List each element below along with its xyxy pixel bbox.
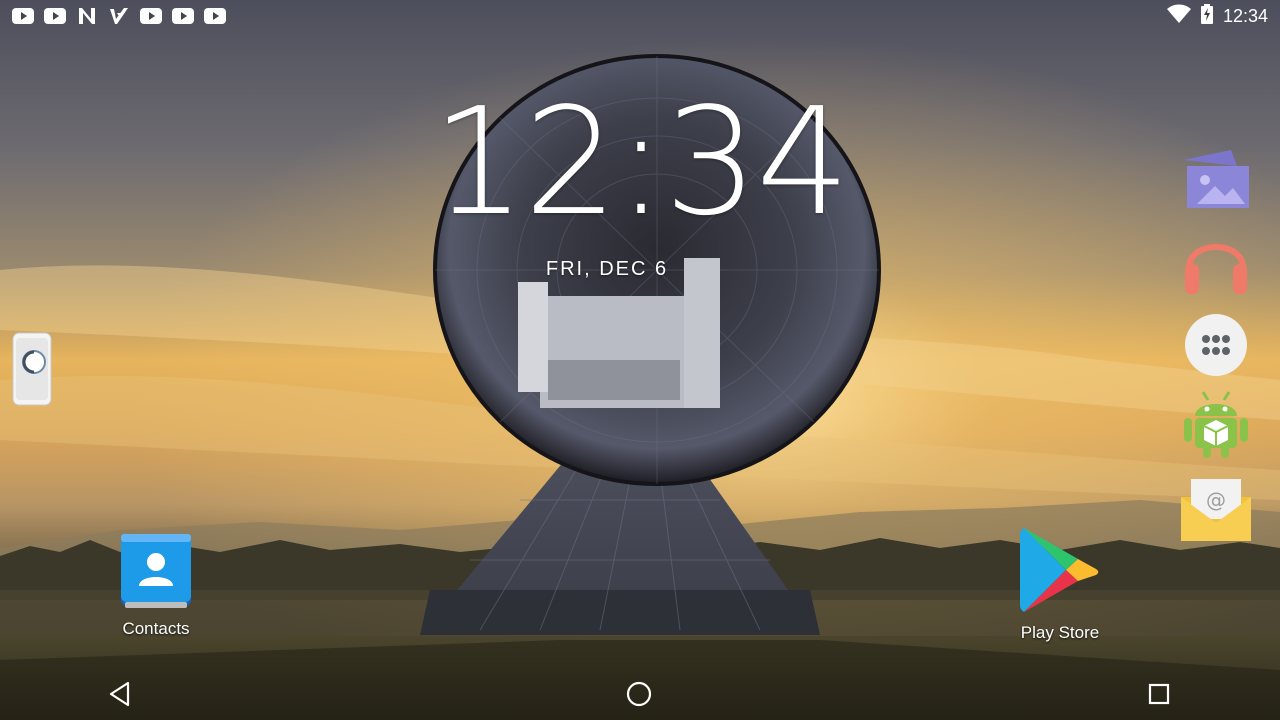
play-store-label: Play Store	[1020, 623, 1100, 642]
recents-icon	[1147, 682, 1171, 711]
email-app[interactable]: @	[1180, 474, 1252, 546]
contacts-app[interactable]: Contacts	[108, 532, 204, 639]
contacts-label: Contacts	[122, 619, 190, 638]
recents-button[interactable]	[1139, 678, 1179, 714]
home-icon	[626, 681, 652, 712]
clock-widget[interactable]: 12:34	[0, 88, 1280, 236]
youtube-icon	[44, 6, 66, 26]
status-bar[interactable]: 12:34	[0, 0, 1280, 32]
date-label[interactable]: FRI, DEC 6	[0, 258, 1214, 281]
back-button[interactable]	[100, 678, 140, 714]
home-button[interactable]	[619, 678, 659, 714]
gallery-icon	[1181, 146, 1251, 215]
email-icon: @	[1179, 473, 1253, 548]
youtube-icon	[140, 6, 162, 26]
n-app-icon	[76, 6, 98, 26]
youtube-icon	[172, 6, 194, 26]
check-app-icon	[108, 6, 130, 26]
play-store-icon	[1018, 526, 1102, 619]
music-app[interactable]	[1180, 228, 1252, 300]
contacts-icon	[117, 532, 195, 615]
status-time: 12:34	[1222, 5, 1268, 26]
play-store-app[interactable]: Play Store	[1010, 526, 1110, 643]
gallery-app[interactable]	[1180, 144, 1252, 216]
app-drawer-button[interactable]	[1180, 311, 1252, 383]
youtube-icon	[12, 6, 34, 26]
back-icon	[108, 681, 132, 712]
battery-charging-icon	[1200, 3, 1213, 29]
notification-icons	[12, 6, 226, 26]
music-icon	[1181, 228, 1251, 301]
apk-installer-app[interactable]	[1180, 390, 1252, 462]
system-icons: 12:34	[1166, 3, 1268, 29]
svg-text:@: @	[1206, 488, 1226, 512]
sidebar-handle[interactable]	[12, 332, 52, 406]
navigation-bar	[0, 672, 1280, 720]
app-drawer-icon	[1183, 312, 1249, 383]
youtube-icon	[204, 6, 226, 26]
apk-installer-icon	[1181, 388, 1251, 465]
wifi-icon	[1166, 4, 1191, 29]
